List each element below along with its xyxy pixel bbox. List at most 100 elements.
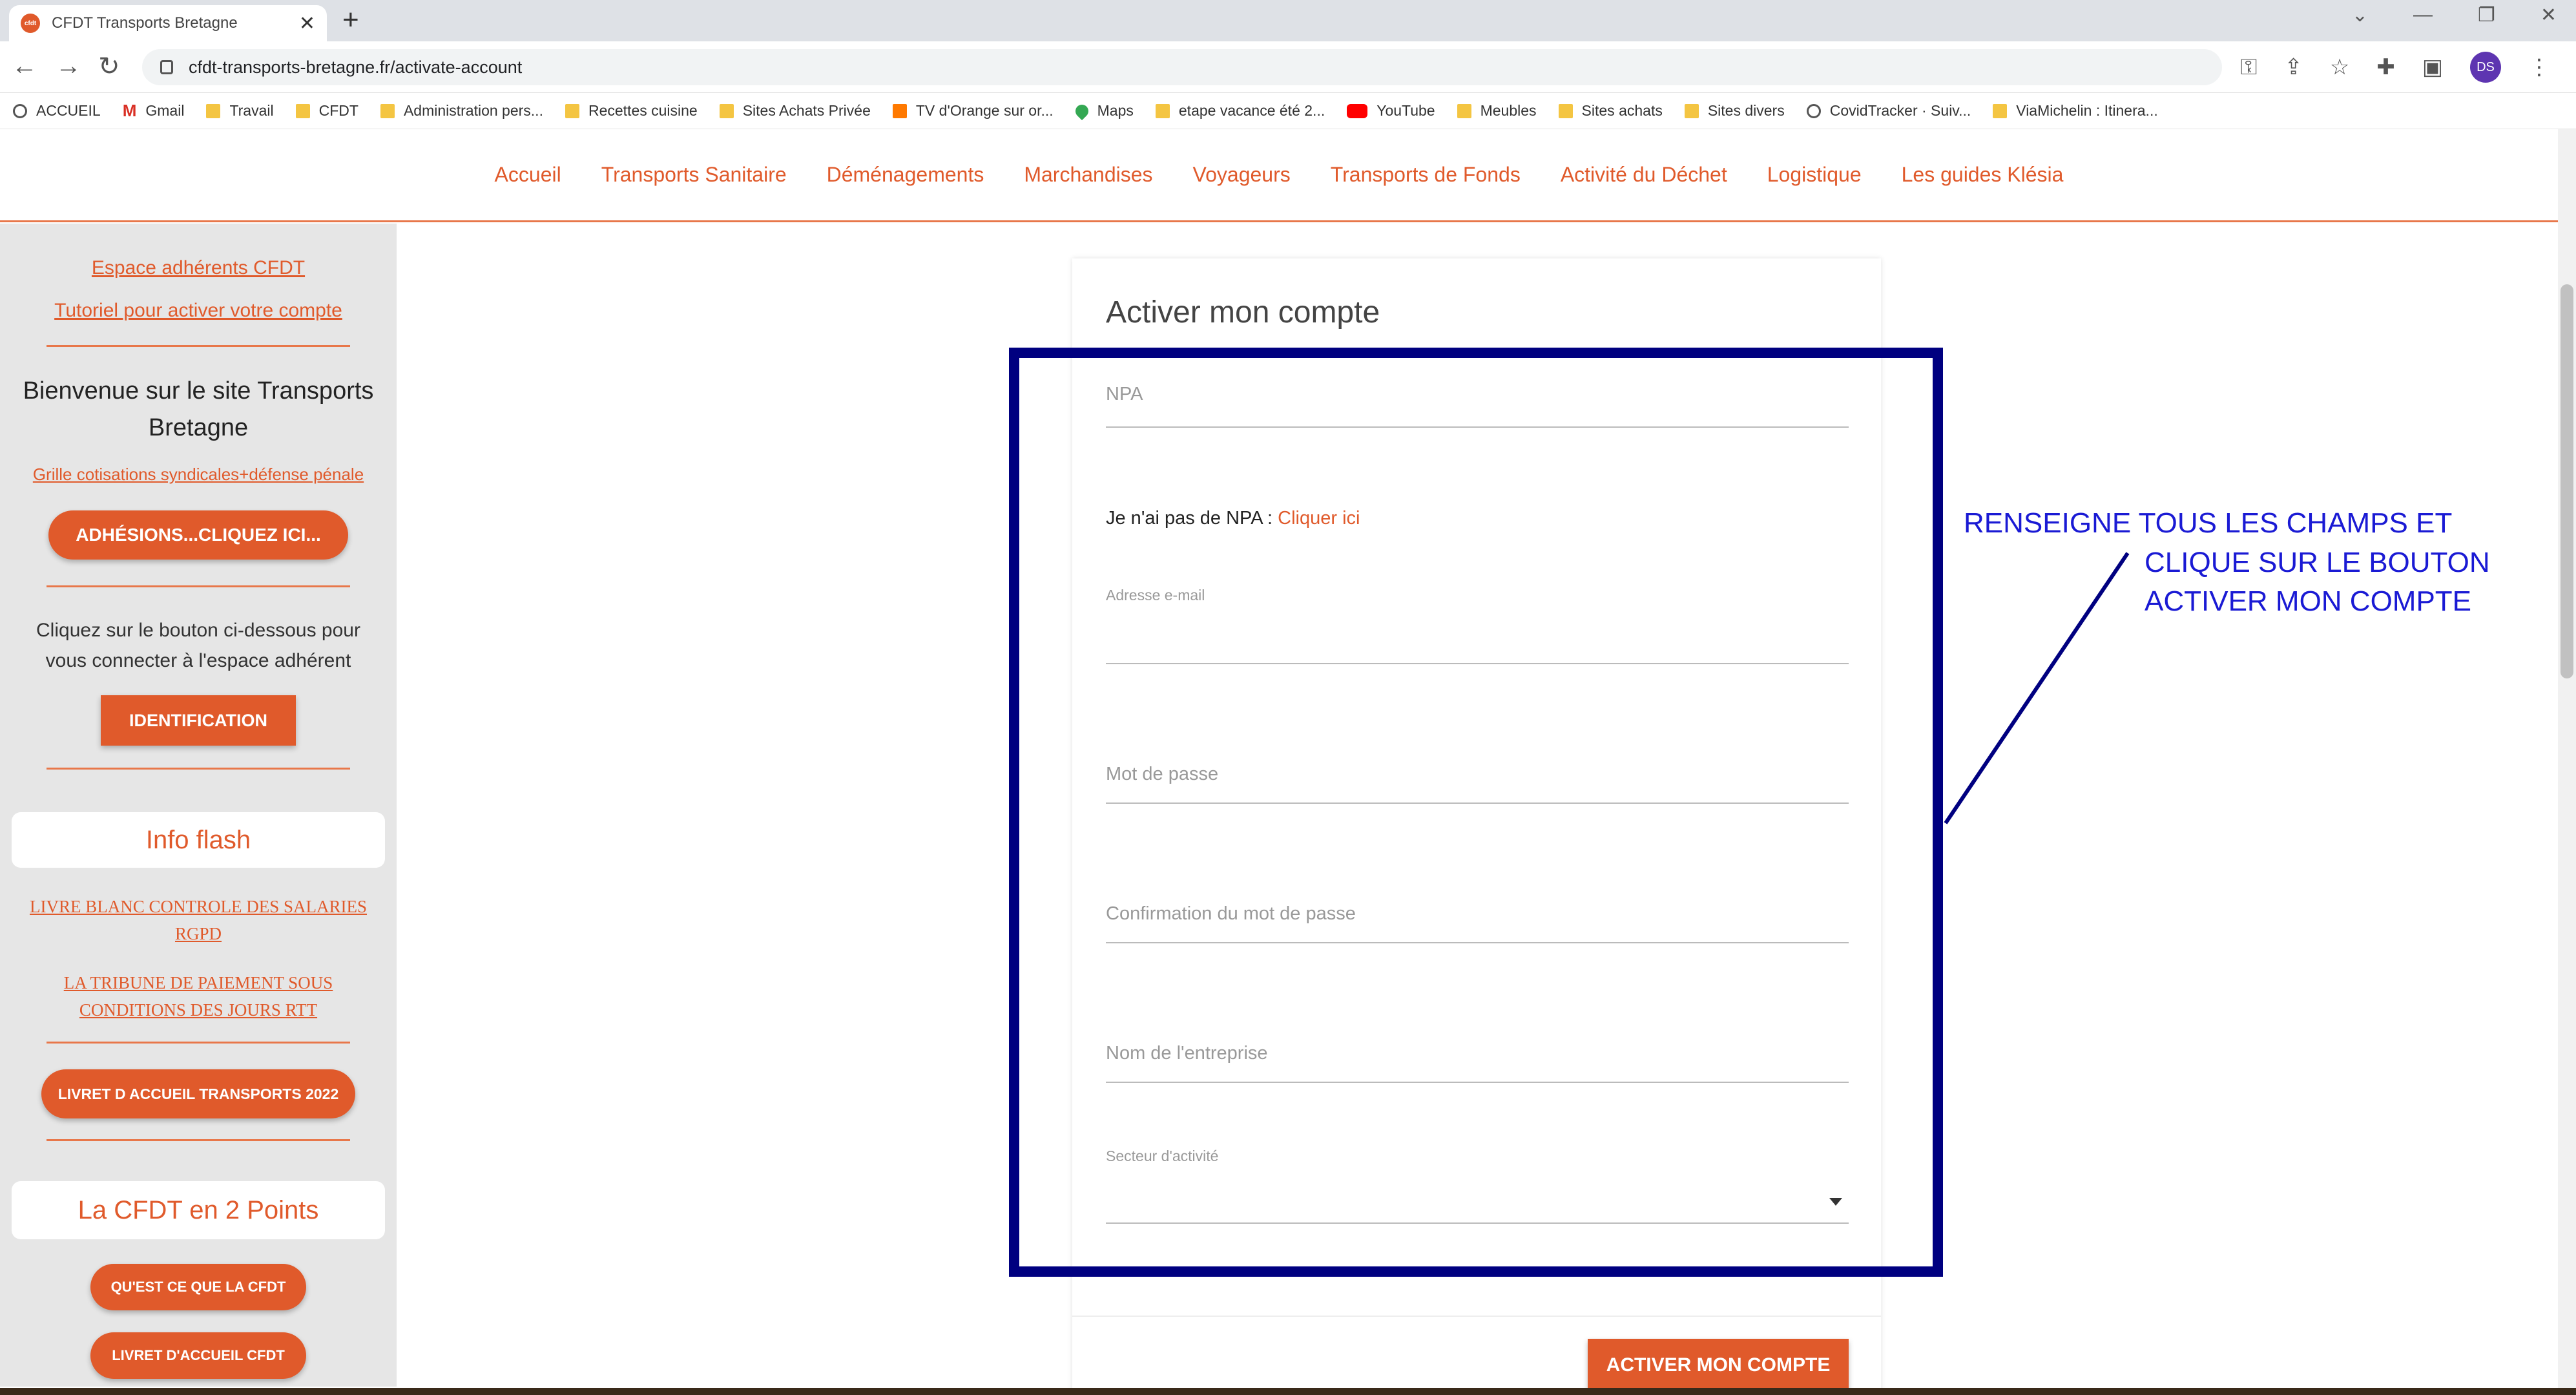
url-input[interactable]: cfdt-transports-bretagne.fr/activate-acc… [142,49,2222,85]
minimize-icon[interactable]: — [2413,4,2433,26]
share-icon[interactable]: ⇪ [2284,54,2303,80]
bookmark-item[interactable]: Sites achats [1558,102,1663,120]
bookmark-item[interactable]: M Gmail [123,101,185,121]
bookmark-item[interactable]: TV d'Orange sur or... [892,102,1054,120]
window-controls: ⌄ — ❐ ✕ [2352,4,2557,26]
tv-icon [892,103,907,118]
nav-item[interactable]: Voyageurs [1193,163,1291,187]
site-nav: Accueil Transports Sanitaire Déménagements… [0,129,2558,222]
url-text: cfdt-transports-bretagne.fr/activate-acc… [189,57,523,77]
star-icon[interactable]: ☆ [2330,54,2349,80]
link-livre-blanc[interactable]: LIVRE BLANC CONTROLE DES SALARIES RGPD [16,894,381,948]
folder-icon [1993,103,2008,118]
back-icon[interactable]: ← [12,52,37,81]
address-bar: ← → ↻ cfdt-transports-bretagne.fr/activa… [0,41,2576,93]
annotation-line-2: CLIQUE SUR LE BOUTON [2145,546,2490,578]
bookmark-item[interactable]: Sites divers [1684,102,1785,120]
globe-icon [1806,103,1821,118]
bookmark-item[interactable]: Recettes cuisine [565,102,698,120]
close-window-icon[interactable]: ✕ [2540,4,2557,26]
nav-item[interactable]: Accueil [495,163,561,187]
bookmark-label: Meubles [1480,102,1537,119]
folder-icon [719,103,734,118]
folder-icon [380,103,395,118]
bookmark-label: Sites achats [1581,102,1663,119]
nav-item[interactable]: Marchandises [1024,163,1152,187]
bookmarks-bar: ACCUEIL M Gmail Travail CFDT Administration p… [0,93,2576,129]
identification-button[interactable]: IDENTIFICATION [101,695,296,746]
annotation-line-3: ACTIVER MON COMPTE [2145,585,2472,618]
bookmark-item[interactable]: YouTube [1347,102,1435,120]
menu-icon[interactable]: ⋮ [2528,54,2550,80]
folder-icon [295,103,310,118]
nav-item[interactable]: Logistique [1767,163,1862,187]
bookmark-item[interactable]: Administration pers... [380,102,543,120]
bookmark-item[interactable]: CFDT [295,102,358,120]
adhesions-button[interactable]: ADHÉSIONS...CLIQUEZ ICI... [48,510,348,560]
livret-cfdt-button[interactable]: LIVRET D'ACCUEIL CFDT [90,1332,306,1379]
bookmark-item[interactable]: etape vacance été 2... [1155,102,1325,120]
new-tab-icon[interactable]: + [342,4,359,36]
key-icon[interactable]: ⚿ [2241,55,2258,80]
nav-item[interactable]: Activité du Déchet [1561,163,1727,187]
annotation-highlight-box [1009,348,1943,1277]
nav-item[interactable]: Transports de Fonds [1331,163,1521,187]
livret-transports-button[interactable]: LIVRET D ACCUEIL TRANSPORTS 2022 [41,1069,355,1119]
nav-item[interactable]: Les guides Klésia [1902,163,2064,187]
page-scrollbar[interactable] [2558,129,2576,1389]
globe-icon [13,103,27,118]
bookmark-label: Administration pers... [403,102,543,119]
chevron-down-icon[interactable]: ⌄ [2352,4,2368,26]
quest-ce-cfdt-button[interactable]: QU'EST CE QUE LA CFDT [90,1264,306,1311]
bookmark-label: Travail [229,102,274,119]
bookmark-item[interactable]: Sites Achats Privée [719,102,871,120]
bookmark-label: etape vacance été 2... [1178,102,1325,119]
toolbar-icons: ⚿ ⇪ ☆ ✚ ▣ DS ⋮ [2241,52,2550,83]
folder-icon [565,103,579,118]
folder-icon [1155,103,1170,118]
bookmark-label: CFDT [318,102,358,119]
scrollbar-thumb[interactable] [2560,284,2573,678]
connect-text: Cliquez sur le bouton ci-dessous pour vo… [36,620,360,671]
activate-account-button[interactable]: ACTIVER MON COMPTE [1588,1339,1849,1392]
info-flash-title: Info flash [12,812,385,868]
bookmark-item[interactable]: Meubles [1457,102,1537,120]
folder-icon [1558,103,1573,118]
divider [47,1139,350,1142]
divider [47,768,350,770]
bookmark-item[interactable]: CovidTracker · Suiv... [1806,102,1971,120]
bookmark-label: Recettes cuisine [588,102,698,119]
bookmark-item[interactable]: ViaMichelin : Itinera... [1993,102,2158,120]
nav-item[interactable]: Déménagements [827,163,984,187]
link-grille-cotisations[interactable]: Grille cotisations syndicales+défense pé… [0,465,397,485]
close-icon[interactable]: ✕ [299,12,315,35]
link-tutoriel[interactable]: Tutoriel pour activer votre compte [0,300,397,322]
link-tribune[interactable]: LA TRIBUNE DE PAIEMENT SOUS CONDITIONS D… [16,970,381,1024]
bookmark-label: YouTube [1376,102,1435,119]
gmail-icon: M [122,101,137,120]
form-title: Activer mon compte [1106,295,1380,330]
link-espace-adherents[interactable]: Espace adhérents CFDT [0,257,397,279]
reload-icon[interactable]: ↻ [98,52,120,81]
bookmark-item[interactable]: ACCUEIL [13,102,101,120]
bookmark-label: CovidTracker · Suiv... [1829,102,1971,119]
folder-icon [1684,103,1699,118]
restore-icon[interactable]: ❐ [2478,4,2495,26]
bookmark-label: Sites Achats Privée [742,102,871,119]
bookmark-label: Gmail [145,102,185,119]
taskbar-edge [0,1388,2576,1395]
browser-tab[interactable]: cfdt CFDT Transports Bretagne ✕ [9,5,327,41]
nav-item[interactable]: Transports Sanitaire [601,163,787,187]
forward-icon[interactable]: → [56,52,81,81]
lock-icon[interactable] [160,60,173,74]
extensions-icon[interactable]: ✚ [2376,54,2395,80]
cfdt-favicon-icon: cfdt [21,14,40,33]
side-panel-icon[interactable]: ▣ [2422,54,2443,80]
divider [47,585,350,587]
form-divider [1072,1316,1881,1317]
youtube-icon [1347,103,1368,118]
bookmark-item[interactable]: Travail [206,102,274,120]
avatar[interactable]: DS [2470,52,2501,83]
bookmark-item[interactable]: Maps [1072,101,1134,120]
browser-tab-bar: cfdt CFDT Transports Bretagne ✕ + ⌄ — ❐ … [0,0,2576,41]
